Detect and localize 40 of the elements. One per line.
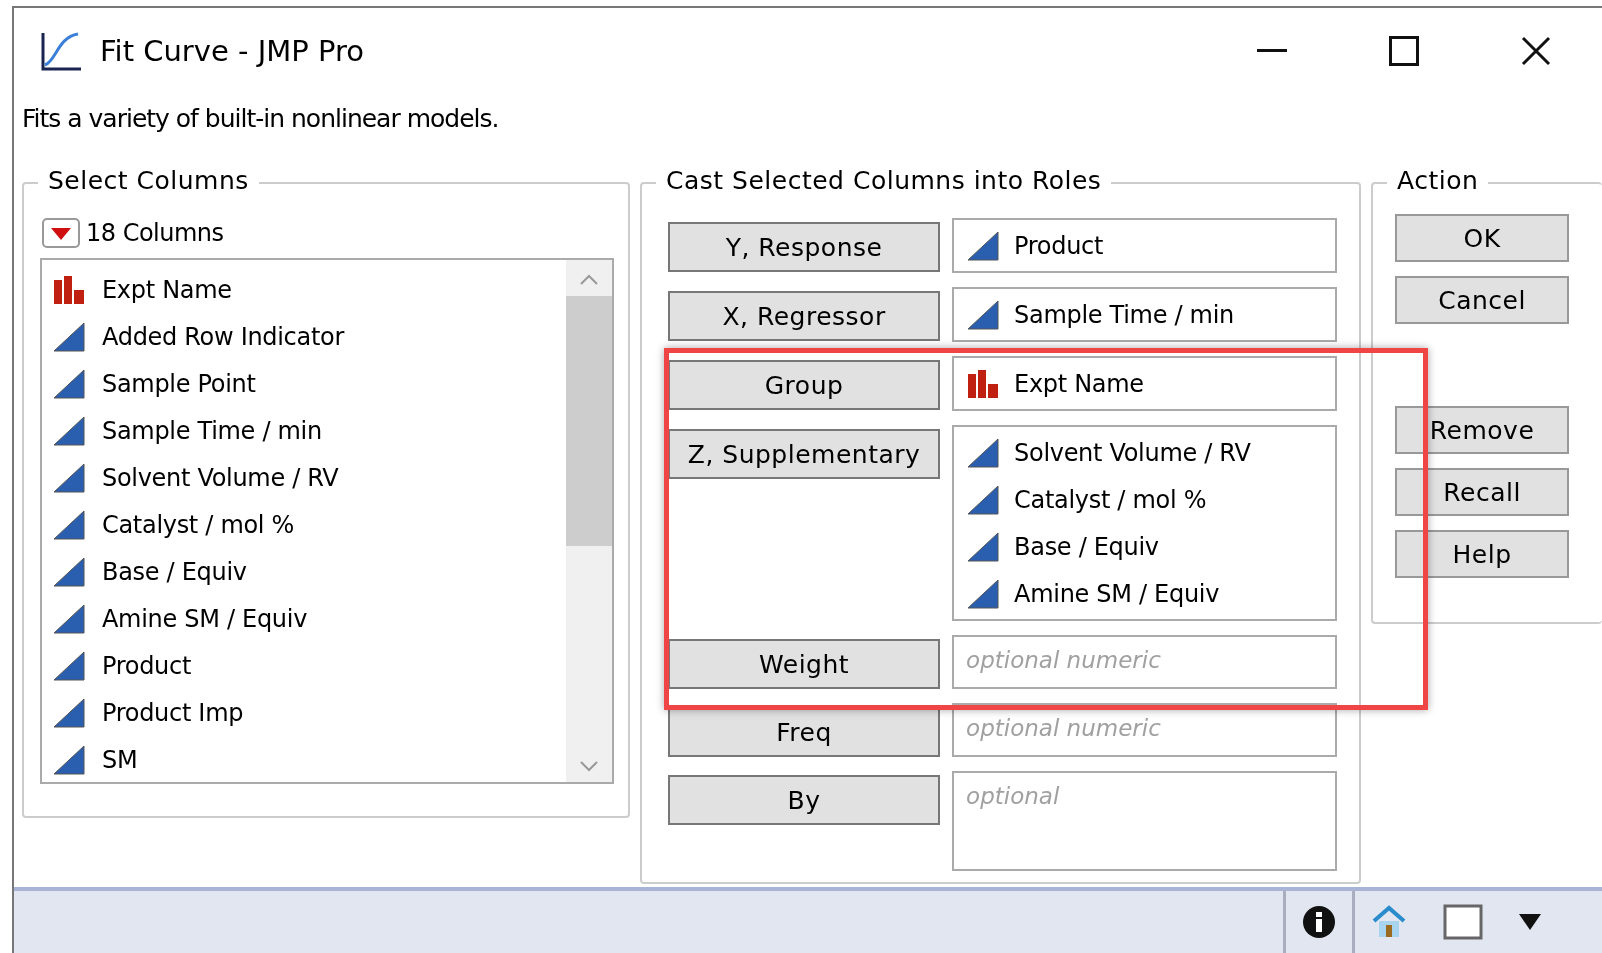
role-item[interactable]: Catalyst / mol % <box>1014 485 1207 514</box>
description-text: Fits a variety of built-in nonlinear models. <box>21 102 500 135</box>
role-item[interactable]: Expt Name <box>1014 369 1144 398</box>
column-item[interactable]: Product Imp <box>102 698 244 727</box>
role-field[interactable]: Solvent Volume / RV Catalyst / mol % Base / Equiv Amine SM / Equiv <box>952 425 1338 621</box>
role-field[interactable]: Expt Name <box>952 356 1338 411</box>
placeholder-text: optional numeric <box>965 646 1162 673</box>
role-field[interactable]: Sample Time / min <box>952 287 1338 342</box>
column-count: 18 Columns <box>86 219 224 247</box>
role-button[interactable]: X, Regressor <box>668 291 941 341</box>
column-item[interactable]: Solvent Volume / RV <box>102 463 339 492</box>
role-item[interactable]: Amine SM / Equiv <box>1014 579 1220 608</box>
column-item[interactable]: Sample Point <box>102 369 256 398</box>
column-item[interactable]: Base / Equiv <box>102 557 247 586</box>
placeholder-text: optional <box>965 782 1061 809</box>
role-button[interactable]: Z, Supplementary <box>668 429 941 479</box>
role-item[interactable]: Product <box>1014 231 1104 260</box>
role-item[interactable]: Solvent Volume / RV <box>1014 438 1251 467</box>
column-item[interactable]: Sample Time / min <box>102 416 322 445</box>
window-title: Fit Curve - JMP Pro <box>100 34 365 68</box>
column-item[interactable]: Added Row Indicator <box>102 322 344 351</box>
action-button[interactable]: Remove <box>1395 406 1570 454</box>
role-item[interactable]: Base / Equiv <box>1014 532 1159 561</box>
role-button[interactable]: Group <box>668 360 941 410</box>
role-button[interactable]: By <box>668 775 941 825</box>
action-button[interactable]: Help <box>1395 530 1570 578</box>
column-item[interactable]: Expt Name <box>102 275 232 304</box>
role-item[interactable]: Sample Time / min <box>1014 300 1234 329</box>
column-item[interactable]: Catalyst / mol % <box>102 510 295 539</box>
column-item[interactable]: Product <box>102 651 192 680</box>
role-button[interactable]: Y, Response <box>668 222 941 272</box>
action-button[interactable]: Cancel <box>1395 276 1570 324</box>
action-button[interactable]: OK <box>1395 214 1570 262</box>
action-button[interactable]: Recall <box>1395 468 1570 516</box>
column-item[interactable]: SM <box>102 745 138 774</box>
role-field[interactable]: Product <box>952 218 1338 273</box>
placeholder-text: optional numeric <box>965 714 1162 741</box>
column-item[interactable]: Amine SM / Equiv <box>102 604 308 633</box>
role-button[interactable]: Freq <box>668 707 941 757</box>
role-button[interactable]: Weight <box>668 639 941 689</box>
